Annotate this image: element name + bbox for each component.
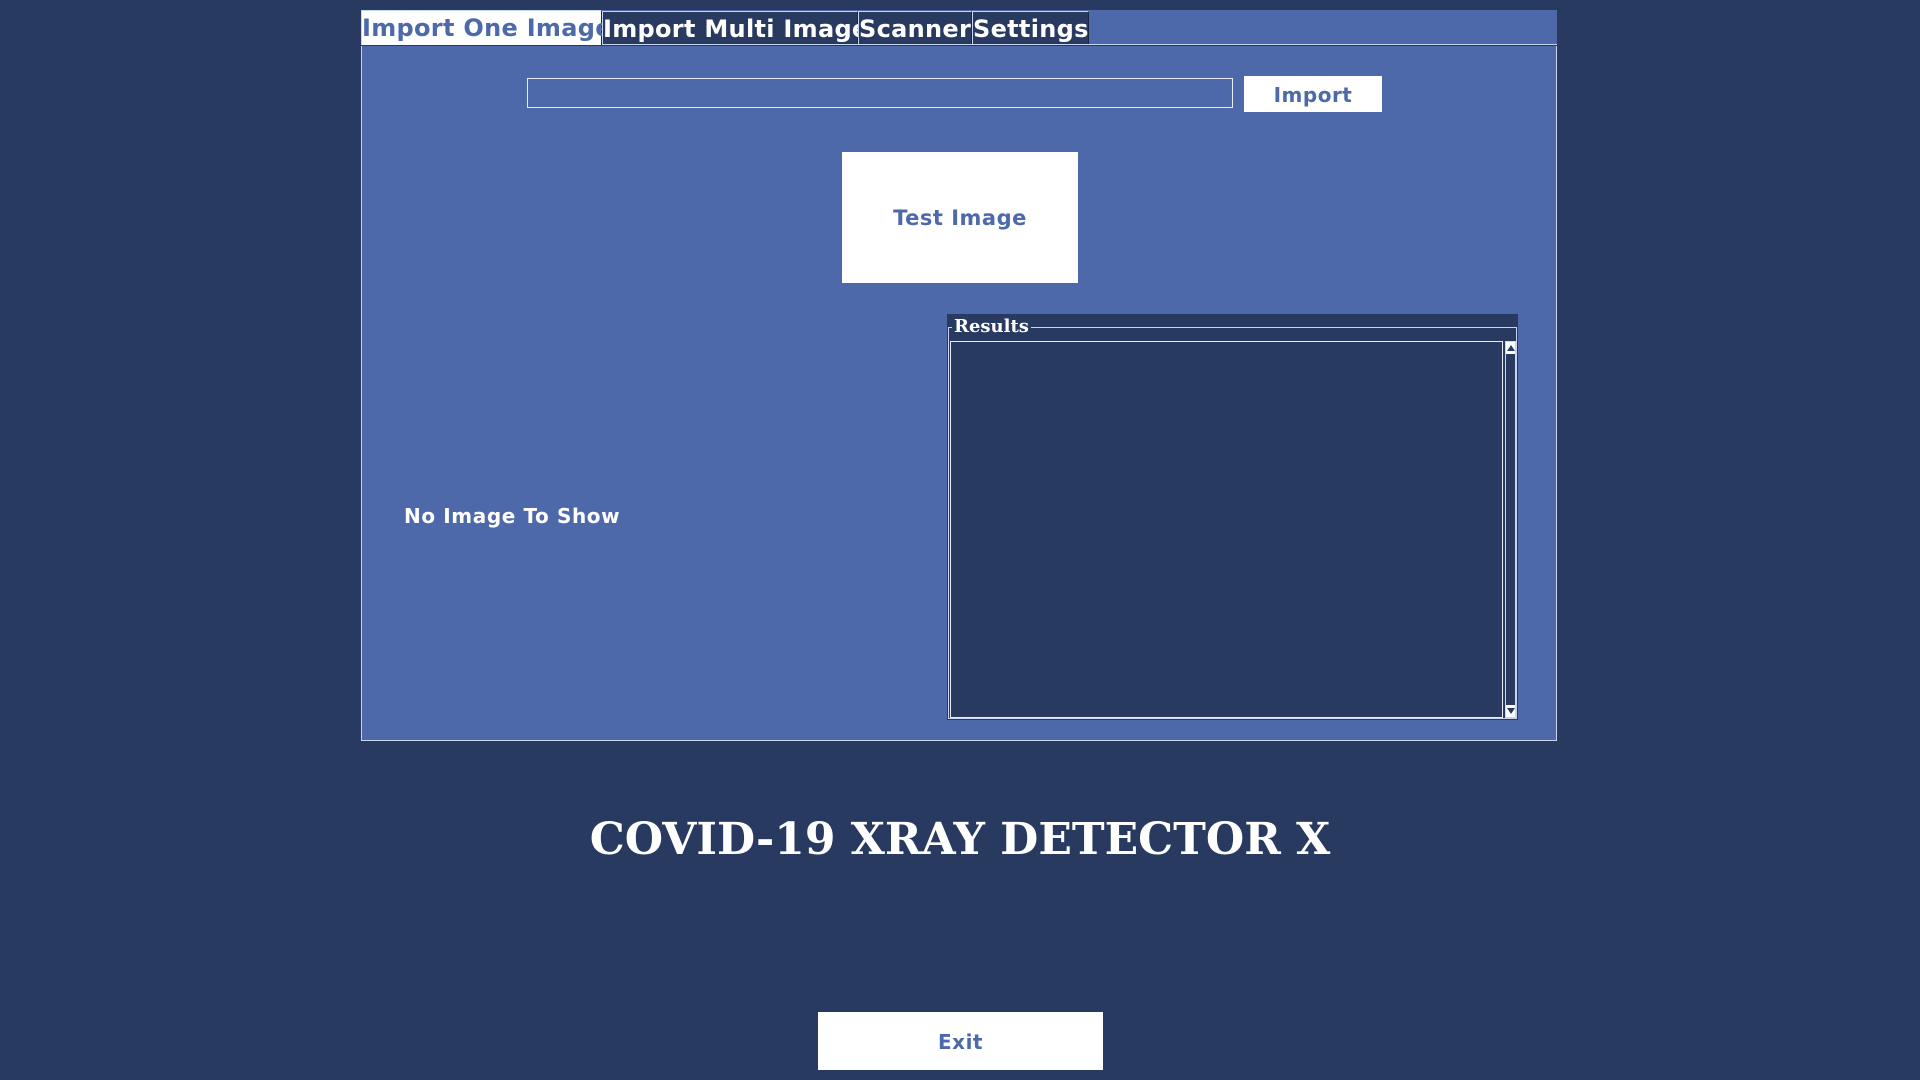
import-button[interactable]: Import — [1244, 76, 1382, 112]
import-one-image-panel: Import Test Image No Image To Show Resul… — [361, 46, 1557, 741]
exit-button[interactable]: Exit — [818, 1012, 1103, 1070]
test-image-button[interactable]: Test Image — [842, 152, 1078, 283]
results-scrollbar[interactable] — [1505, 341, 1516, 718]
tab-bar: Import One Image Import Multi Image Scan… — [361, 10, 1557, 45]
results-textarea[interactable] — [950, 341, 1503, 718]
no-image-label: No Image To Show — [404, 504, 621, 528]
results-group: Results — [947, 314, 1518, 720]
image-path-input[interactable] — [527, 78, 1233, 108]
app-title: COVID-19 XRAY DETECTOR X — [589, 814, 1331, 865]
tab-import-one-image[interactable]: Import One Image — [361, 10, 611, 45]
scroll-down-arrow-icon[interactable] — [1506, 705, 1515, 717]
tab-scanner[interactable]: Scanner — [858, 11, 972, 44]
results-legend: Results — [952, 316, 1031, 338]
tab-import-multi-image[interactable]: Import Multi Image — [602, 11, 868, 44]
scroll-up-arrow-icon[interactable] — [1506, 342, 1515, 354]
tab-settings[interactable]: Settings — [972, 11, 1089, 44]
